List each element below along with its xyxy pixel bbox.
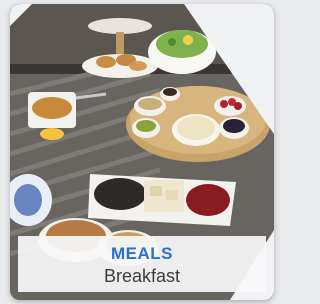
card-corner-cut: [184, 4, 274, 134]
breakfast-card[interactable]: MEALS Breakfast: [10, 4, 274, 300]
card-category: MEALS: [111, 244, 173, 263]
card-title: Breakfast: [103, 266, 181, 286]
card-corner-cut: [10, 4, 32, 26]
card-caption: MEALS Breakfast: [18, 236, 266, 292]
